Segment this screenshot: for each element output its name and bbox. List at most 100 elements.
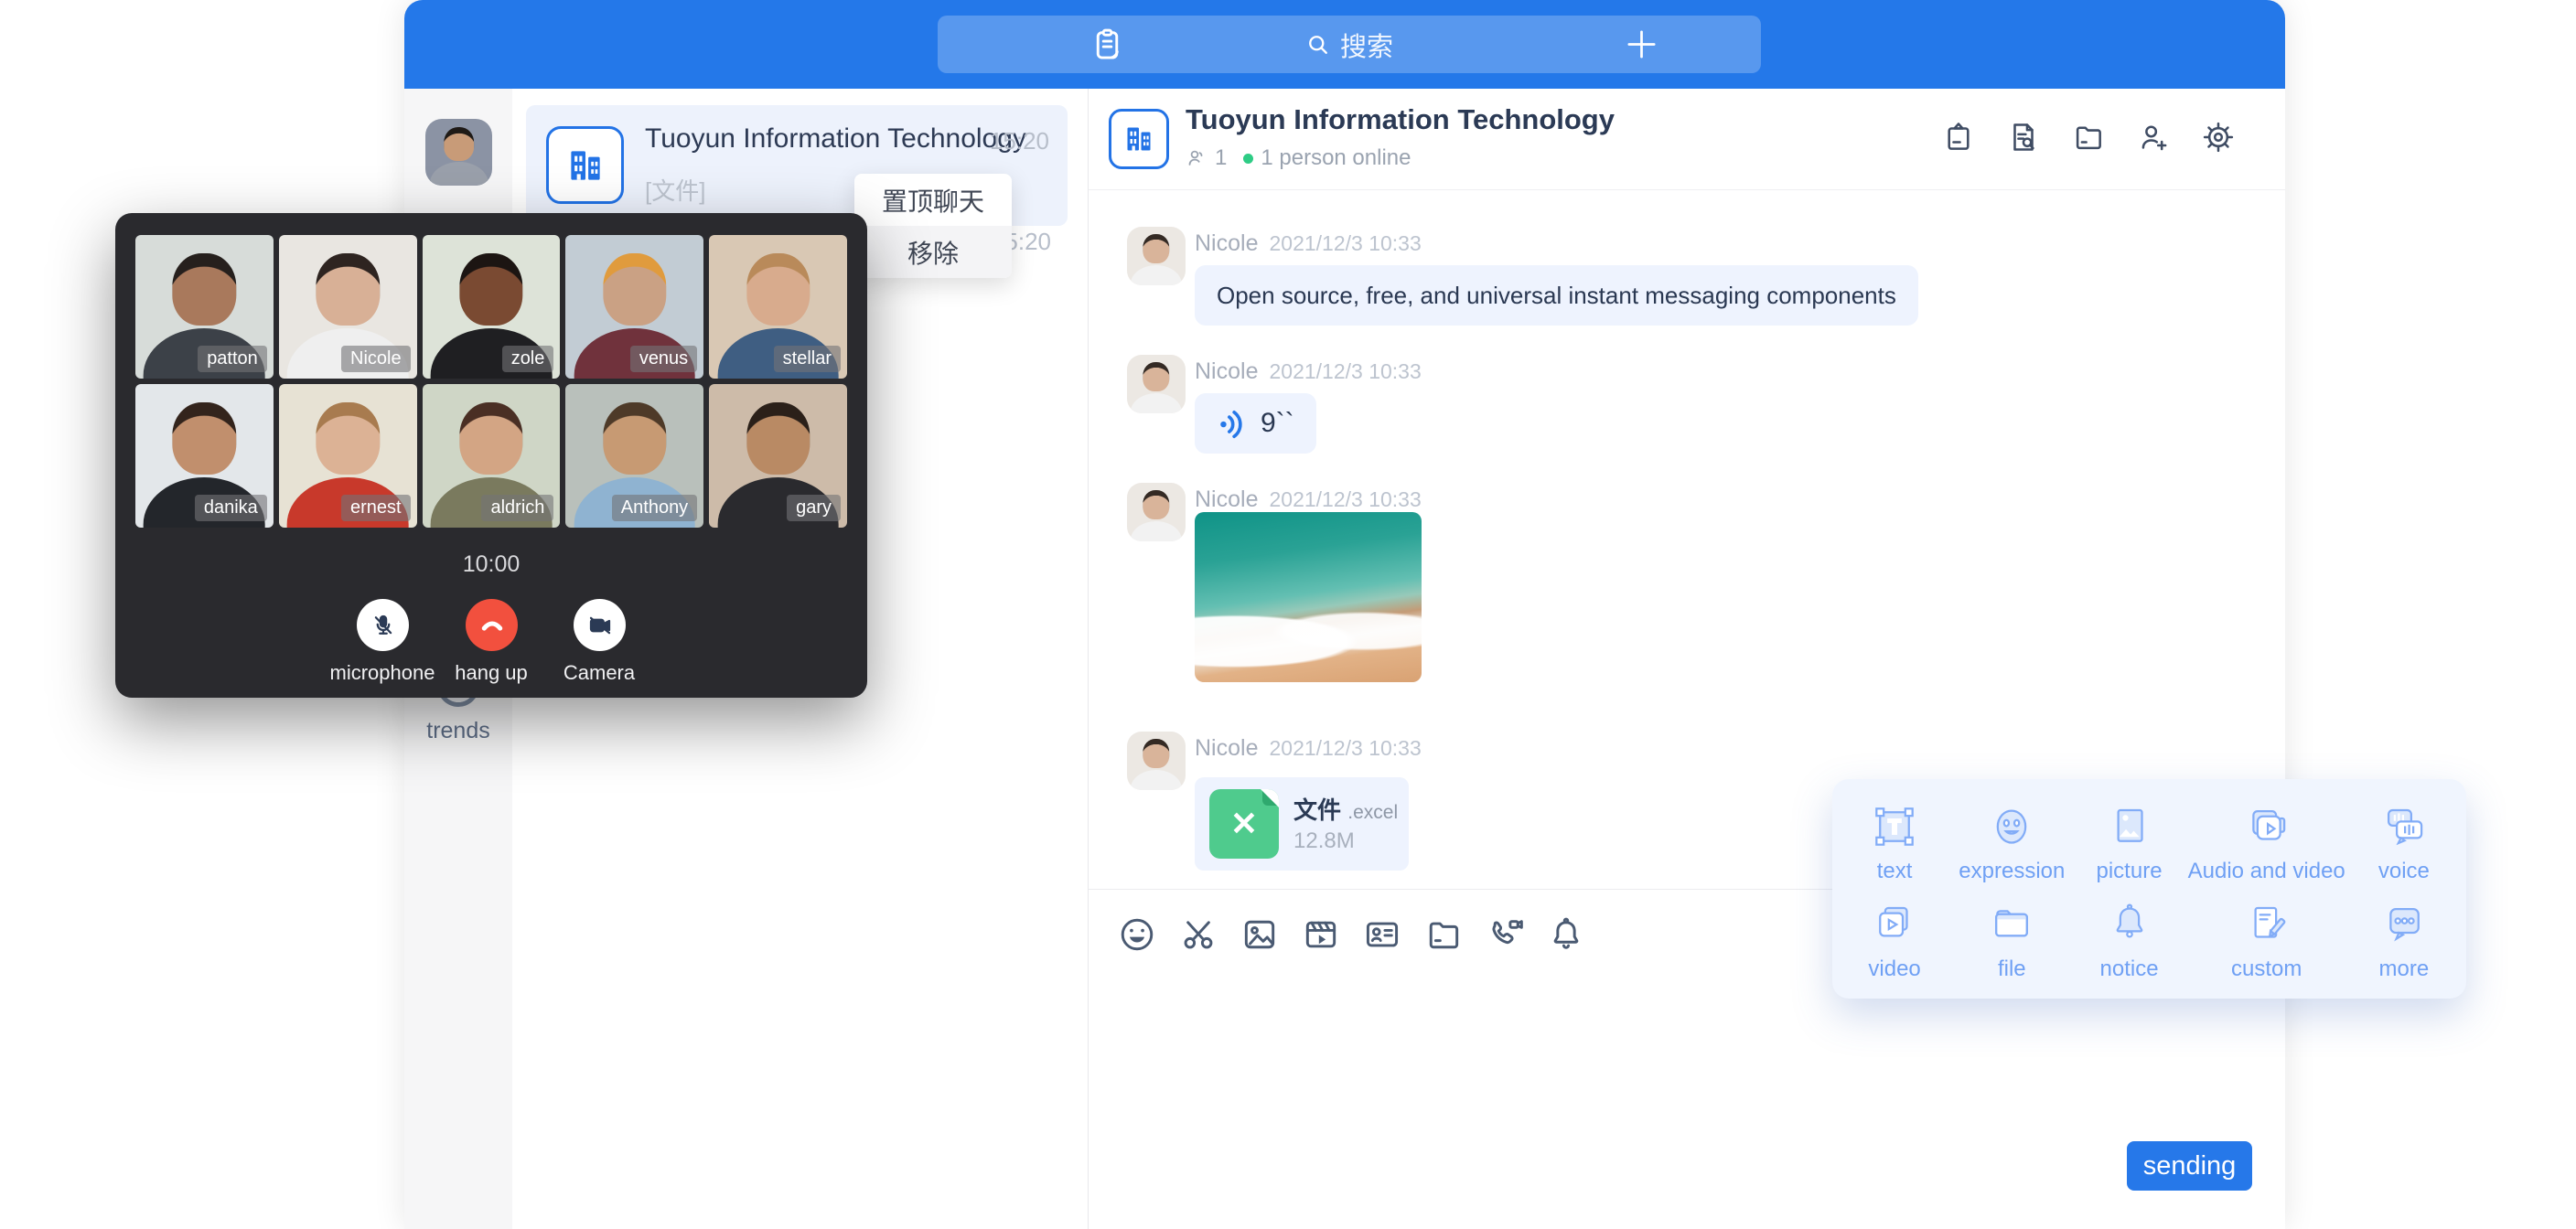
send-button[interactable]: sending (2127, 1141, 2252, 1191)
participant-tile: zole (423, 235, 561, 379)
participant-tile: danika (135, 384, 274, 528)
file-folder-icon[interactable] (2071, 120, 2106, 155)
participant-name: patton (198, 346, 267, 372)
online-status: 1 person online (1261, 145, 1411, 171)
beach-photo-message[interactable] (1195, 512, 1422, 682)
members-icon (1186, 147, 1208, 169)
panel-item-video[interactable]: video (1836, 892, 1953, 989)
camera-label: Camera (526, 661, 672, 685)
participant-name: aldrich (481, 495, 553, 521)
sender-name: Nicole (1195, 230, 1258, 256)
participant-grid: patton Nicole zole venus stellar danika … (135, 235, 847, 528)
voice-wave-icon (1217, 408, 1248, 439)
message-meta: Nicole2021/12/3 10:33 (1195, 358, 1422, 385)
message-meta: Nicole2021/12/3 10:33 (1195, 230, 1422, 257)
panel-item-file[interactable]: file (1953, 892, 2070, 989)
file-panel-icon (1987, 900, 2036, 949)
chat-avatar (1109, 109, 1169, 169)
search-placeholder: 搜索 (1340, 26, 1393, 64)
panel-item-audio-video[interactable]: Audio and video (2188, 794, 2345, 892)
sender-avatar[interactable] (1127, 483, 1186, 541)
audio-video-icon (2242, 802, 2292, 851)
menu-item-pin-chat[interactable]: 置顶聊天 (854, 174, 1012, 226)
settings-gear-icon[interactable] (2201, 120, 2236, 155)
message-time: 2021/12/3 10:33 (1269, 736, 1421, 760)
building-icon (1121, 121, 1157, 157)
conversation-title: Tuoyun Information Technology (645, 123, 1026, 155)
voice-panel-icon (2379, 802, 2429, 851)
chat-subtitle: 1 1 person online (1186, 145, 1411, 171)
participant-tile: patton (135, 235, 274, 379)
notification-bell-icon[interactable] (1546, 914, 1586, 955)
participant-tile: Anthony (565, 384, 703, 528)
page: 搜索 trends (0, 0, 2576, 1229)
av-call-icon[interactable] (1485, 914, 1525, 955)
video-clip-icon[interactable] (1301, 914, 1341, 955)
folder-icon[interactable] (1423, 914, 1464, 955)
search-bar[interactable]: 搜索 (938, 16, 1761, 73)
picture-icon[interactable] (1240, 914, 1280, 955)
search-icon (1305, 32, 1331, 58)
participant-tile: venus (565, 235, 703, 379)
voice-duration: 9`` (1261, 408, 1294, 439)
message-time: 2021/12/3 10:33 (1269, 487, 1421, 511)
emoji-icon[interactable] (1117, 914, 1157, 955)
participant-tile: ernest (279, 384, 417, 528)
screenshot-scissors-icon[interactable] (1178, 914, 1218, 955)
participant-name: Nicole (341, 346, 411, 372)
panel-item-custom[interactable]: custom (2188, 892, 2345, 989)
participant-name: stellar (774, 346, 841, 372)
chat-panel: Tuoyun Information Technology 1 1 person… (1089, 89, 2285, 1229)
conversation-last-message: [文件] (645, 173, 705, 207)
panel-item-text[interactable]: text (1836, 794, 1953, 892)
participant-name: venus (630, 346, 697, 372)
sender-name: Nicole (1195, 735, 1258, 761)
message-body: Open source, free, and universal instant… (1217, 282, 1896, 310)
sender-avatar[interactable] (1127, 732, 1186, 790)
sender-avatar[interactable] (1127, 227, 1186, 285)
participant-tile: stellar (709, 235, 847, 379)
menu-item-remove[interactable]: 移除 (854, 226, 1012, 278)
message-meta: Nicole2021/12/3 10:33 (1195, 486, 1422, 513)
online-dot (1243, 154, 1253, 164)
panel-item-more[interactable]: more (2345, 892, 2463, 989)
file-message-card[interactable]: ✕ 文件 .excel 12.8M (1195, 777, 1409, 871)
building-icon (563, 143, 608, 188)
participant-tile: Nicole (279, 235, 417, 379)
file-name: 文件 .excel (1293, 792, 1398, 826)
microphone-toggle-button[interactable] (357, 599, 409, 651)
participant-name: ernest (341, 495, 411, 521)
file-size: 12.8M (1293, 828, 1355, 854)
composer-toolbar (1117, 914, 1586, 955)
panel-item-voice[interactable]: voice (2345, 794, 2463, 892)
call-timer: 10:00 (115, 551, 867, 578)
voice-bubble[interactable]: 9`` (1195, 393, 1316, 454)
sender-avatar[interactable] (1127, 355, 1186, 413)
file-ext: .excel (1347, 802, 1398, 823)
camera-toggle-button[interactable] (574, 599, 626, 651)
more-icon (2379, 900, 2429, 949)
participant-name: zole (502, 346, 554, 372)
message-type-panel: text expression picture Audio and vide (1832, 779, 2466, 999)
camera-off-icon (586, 612, 614, 639)
text-bubble[interactable]: Open source, free, and universal instant… (1195, 265, 1918, 326)
notice-board-icon[interactable] (1941, 120, 1976, 155)
trends-label: trends (404, 718, 512, 744)
panel-item-expression[interactable]: expression (1953, 794, 2070, 892)
hang-up-button[interactable] (466, 599, 518, 651)
chat-header: Tuoyun Information Technology 1 1 person… (1089, 89, 2285, 190)
panel-item-picture[interactable]: picture (2070, 794, 2187, 892)
participant-name: danika (195, 495, 267, 521)
contact-card-icon[interactable] (1362, 914, 1402, 955)
doc-search-icon[interactable] (2006, 120, 2041, 155)
panel-item-notice[interactable]: notice (2070, 892, 2187, 989)
my-avatar[interactable] (425, 119, 492, 186)
add-member-icon[interactable] (2136, 120, 2171, 155)
plus-icon[interactable] (1623, 26, 1660, 63)
excel-file-icon: ✕ (1209, 789, 1279, 859)
participant-tile: aldrich (423, 384, 561, 528)
notice-bell-icon (2105, 900, 2154, 949)
message-meta: Nicole 2021/12/3 10:33 (1195, 735, 1422, 762)
top-bar: 搜索 (404, 0, 2285, 89)
custom-icon (2242, 900, 2292, 949)
